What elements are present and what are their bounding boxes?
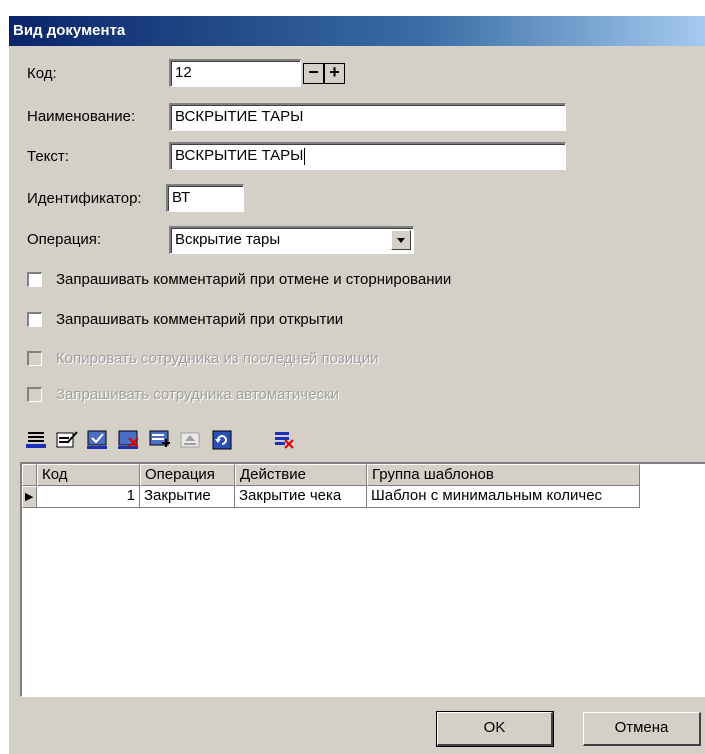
templates-grid[interactable]: Код Операция Действие Группа шаблонов ▶ … [20, 462, 705, 697]
text-label: Текст: [27, 148, 69, 165]
table-cell-code[interactable]: 1 [37, 486, 140, 508]
increment-button[interactable]: + [324, 63, 345, 84]
name-label: Наименование: [27, 108, 136, 125]
table-cell-operation[interactable]: Закрытие [140, 486, 235, 508]
checkbox-label: Запрашивать сотрудника автоматически [56, 386, 340, 403]
grid-indicator-header [22, 464, 37, 486]
column-header-template-group[interactable]: Группа шаблонов [367, 464, 640, 486]
operation-value: Вскрытие тары [175, 231, 281, 248]
code-value: 12 [175, 64, 192, 81]
decrement-button[interactable]: − [303, 63, 324, 84]
chevron-down-icon[interactable] [391, 230, 411, 250]
add-row-icon[interactable] [149, 430, 171, 450]
current-row-indicator: ▶ [22, 486, 37, 508]
code-label: Код: [27, 65, 57, 82]
column-header-operation[interactable]: Операция [140, 464, 235, 486]
checkbox-label: Копировать сотрудника из последней позиц… [56, 350, 379, 367]
document-type-dialog: Вид документа Код: 12 − + Наименование: … [9, 16, 705, 754]
identifier-field[interactable]: ВТ [166, 184, 244, 212]
checkbox-box[interactable] [27, 272, 42, 287]
checkbox-box[interactable] [27, 312, 42, 327]
identifier-value: ВТ [172, 189, 191, 206]
operation-label: Операция: [27, 231, 102, 248]
ok-button[interactable]: OK [436, 711, 554, 747]
cancel-row-icon[interactable] [274, 430, 296, 450]
delete-row-icon[interactable] [118, 430, 140, 450]
edit-row-icon[interactable] [56, 430, 78, 450]
checkbox-box [27, 351, 42, 366]
operation-select[interactable]: Вскрытие тары [169, 226, 414, 254]
dialog-title: Вид документа [9, 16, 705, 46]
code-field[interactable]: 12 [169, 59, 301, 87]
checkbox-label: Запрашивать комментарий при отмене и сто… [56, 271, 452, 288]
cancel-button[interactable]: Отмена [583, 712, 701, 746]
table-cell-action[interactable]: Закрытие чека [235, 486, 367, 508]
up-row-icon [180, 430, 202, 450]
name-value: ВСКРЫТИЕ ТАРЫ [175, 108, 304, 125]
text-field[interactable]: ВСКРЫТИЕ ТАРЫ [169, 142, 566, 170]
table-cell-template-group[interactable]: Шаблон с минимальным количес [367, 486, 640, 508]
text-caret [304, 147, 306, 165]
checkbox-box [27, 387, 42, 402]
checkbox-label: Запрашивать комментарий при открытии [56, 311, 344, 328]
refresh-icon[interactable] [212, 430, 234, 450]
column-header-action[interactable]: Действие [235, 464, 367, 486]
post-row-icon[interactable] [87, 430, 109, 450]
name-field[interactable]: ВСКРЫТИЕ ТАРЫ [169, 103, 566, 131]
identifier-label: Идентификатор: [27, 190, 142, 207]
insert-row-icon[interactable] [26, 430, 48, 450]
text-value: ВСКРЫТИЕ ТАРЫ [175, 147, 304, 164]
column-header-code[interactable]: Код [37, 464, 140, 486]
